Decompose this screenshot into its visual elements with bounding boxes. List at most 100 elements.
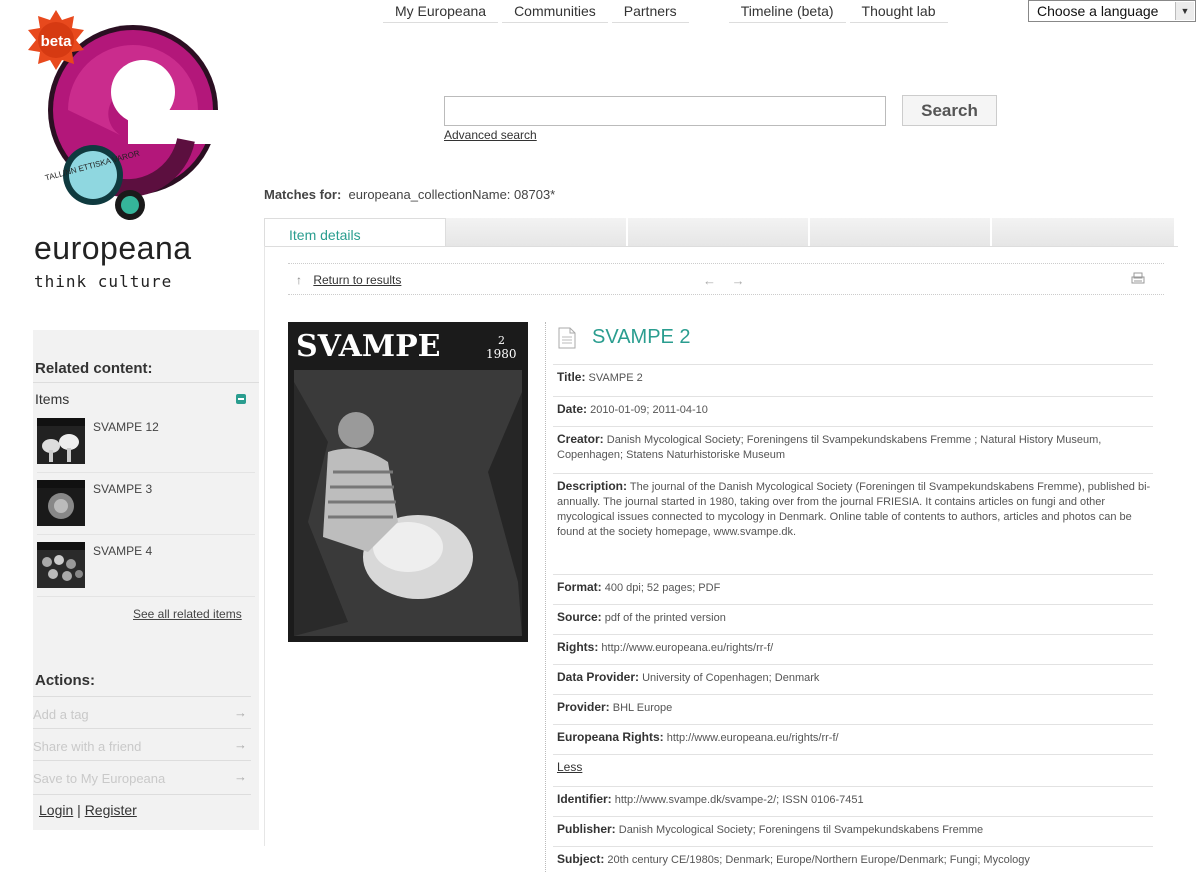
sidebar-divider: [33, 382, 259, 383]
minus-toggle-icon[interactable]: [236, 394, 246, 404]
language-select-value: Choose a language: [1037, 3, 1159, 19]
thumbnail-image: SVAMPE 2 1980: [288, 322, 528, 642]
field-description: Description: The journal of the Danish M…: [553, 473, 1153, 574]
tab-empty-2[interactable]: [446, 218, 628, 246]
prev-next-nav: ← →: [703, 273, 751, 288]
related-item[interactable]: SVAMPE 3: [37, 478, 255, 535]
less-link[interactable]: Less: [557, 760, 582, 774]
field-europeana-rights: Europeana Rights: http://www.europeana.e…: [553, 724, 1153, 754]
tab-empty-4[interactable]: [810, 218, 992, 246]
field-data-provider-value: University of Copenhagen; Denmark: [642, 672, 820, 684]
related-item-thumbnail[interactable]: [37, 542, 85, 588]
thumbnail-issue: 2: [498, 334, 505, 347]
field-date: Date: 2010-01-09; 2011-04-10: [553, 396, 1153, 426]
nav-communities[interactable]: Communities: [502, 0, 608, 23]
field-subject-value: 20th century CE/1980s; Denmark; Europe/N…: [607, 854, 1030, 866]
sidebar-divider: [33, 794, 251, 795]
field-format-value: 400 dpi; 52 pages; PDF: [604, 582, 721, 594]
logo-tagline: think culture: [34, 272, 173, 291]
action-share[interactable]: Share with a friend →: [33, 728, 251, 761]
thumbnail-masthead: SVAMPE: [296, 329, 441, 364]
items-label: Items: [35, 391, 70, 407]
print-icon[interactable]: [1131, 272, 1145, 286]
right-arrow-icon: →: [234, 737, 247, 752]
field-title-label: Title:: [557, 370, 586, 384]
nav-my-europeana[interactable]: My Europeana: [383, 0, 499, 23]
content-border: [264, 246, 265, 846]
action-save[interactable]: Save to My Europeana →: [33, 760, 251, 793]
see-all-related-link[interactable]: See all related items: [133, 607, 242, 621]
nav-partners[interactable]: Partners: [611, 0, 689, 23]
field-source: Source: pdf of the printed version: [553, 604, 1153, 634]
beta-badge: beta: [41, 33, 73, 50]
related-item-title[interactable]: SVAMPE 12: [93, 420, 159, 434]
field-data-provider-label: Data Provider:: [557, 670, 640, 684]
right-arrow-icon: →: [234, 769, 247, 784]
document-icon: [558, 327, 576, 348]
field-rights-label: Rights:: [557, 640, 599, 654]
field-identifier: Identifier: http://www.svampe.dk/svampe-…: [553, 786, 1153, 816]
related-item-thumbnail[interactable]: [37, 418, 85, 464]
top-navigation: My Europeana Communities Partners Timeli…: [383, 0, 952, 24]
related-item-title[interactable]: SVAMPE 4: [93, 544, 152, 558]
action-add-tag-label: Add a tag: [33, 707, 89, 722]
item-thumbnail[interactable]: SVAMPE 2 1980: [288, 322, 528, 642]
nav-thought-lab[interactable]: Thought lab: [849, 0, 948, 23]
tab-bar: Item details: [264, 218, 1178, 246]
tab-divider: [264, 246, 1178, 247]
matches-query: europeana_collectionName: 08703*: [348, 187, 556, 202]
field-publisher-value: Danish Mycological Society; Foreningens …: [618, 824, 984, 836]
logo-wordmark: europeana: [34, 230, 192, 266]
action-share-label: Share with a friend: [33, 739, 142, 754]
field-provider: Provider: BHL Europe: [553, 694, 1153, 724]
matches-line: Matches for: europeana_collectionName: 0…: [264, 187, 555, 202]
tab-empty-3[interactable]: [628, 218, 810, 246]
field-creator-value: Danish Mycological Society; Foreningens …: [557, 434, 1102, 461]
field-identifier-value: http://www.svampe.dk/svampe-2/; ISSN 010…: [614, 794, 864, 806]
advanced-search-link[interactable]: Advanced search: [444, 128, 537, 142]
language-select[interactable]: Choose a language ▼: [1028, 0, 1196, 22]
field-source-value: pdf of the printed version: [604, 612, 726, 624]
field-date-value: 2010-01-09; 2011-04-10: [590, 404, 708, 416]
field-publisher-label: Publisher:: [557, 822, 616, 836]
up-arrow-icon: ↑: [296, 273, 302, 287]
return-to-results-link[interactable]: Return to results: [313, 273, 401, 287]
field-subject: Subject: 20th century CE/1980s; Denmark;…: [553, 846, 1153, 872]
next-arrow-icon[interactable]: →: [732, 273, 751, 288]
action-add-tag[interactable]: Add a tag →: [33, 696, 251, 729]
related-item-title[interactable]: SVAMPE 3: [93, 482, 152, 496]
related-item[interactable]: SVAMPE 12: [37, 416, 255, 473]
return-to-results[interactable]: ↑ Return to results: [296, 273, 401, 287]
actions-heading: Actions:: [35, 672, 95, 689]
related-item-thumbnail[interactable]: [37, 480, 85, 526]
dropdown-arrow-icon[interactable]: ▼: [1175, 2, 1194, 20]
login-separator: |: [77, 802, 81, 818]
tab-item-details[interactable]: Item details: [264, 218, 446, 246]
right-arrow-icon: →: [234, 705, 247, 720]
field-description-label: Description:: [557, 479, 628, 493]
related-item[interactable]: SVAMPE 4: [37, 540, 255, 597]
field-rights: Rights: http://www.europeana.eu/rights/r…: [553, 634, 1153, 664]
item-title-row: SVAMPE 2: [558, 326, 691, 349]
field-subject-label: Subject:: [557, 852, 605, 866]
thumbnail-year: 1980: [486, 347, 517, 361]
item-title: SVAMPE 2: [592, 326, 691, 348]
field-europeana-rights-label: Europeana Rights:: [557, 730, 664, 744]
nav-timeline[interactable]: Timeline (beta): [728, 0, 846, 23]
search-input[interactable]: [444, 96, 886, 126]
field-publisher: Publisher: Danish Mycological Society; F…: [553, 816, 1153, 846]
less-row: Less: [553, 754, 1153, 786]
field-data-provider: Data Provider: University of Copenhagen;…: [553, 664, 1153, 694]
field-title-value: SVAMPE 2: [588, 372, 643, 384]
search-button[interactable]: Search: [902, 95, 997, 126]
field-title: Title: SVAMPE 2: [553, 364, 1153, 396]
field-creator-label: Creator:: [557, 432, 604, 446]
login-link[interactable]: Login: [39, 802, 73, 818]
related-content-heading: Related content:: [35, 360, 153, 377]
field-provider-value: BHL Europe: [612, 702, 673, 714]
prev-arrow-icon[interactable]: ←: [703, 273, 722, 288]
sidebar: Related content: Items SVAMPE 12 SVAMPE …: [33, 330, 259, 830]
field-creator: Creator: Danish Mycological Society; For…: [553, 426, 1153, 473]
tab-empty-5[interactable]: [992, 218, 1176, 246]
register-link[interactable]: Register: [85, 802, 137, 818]
